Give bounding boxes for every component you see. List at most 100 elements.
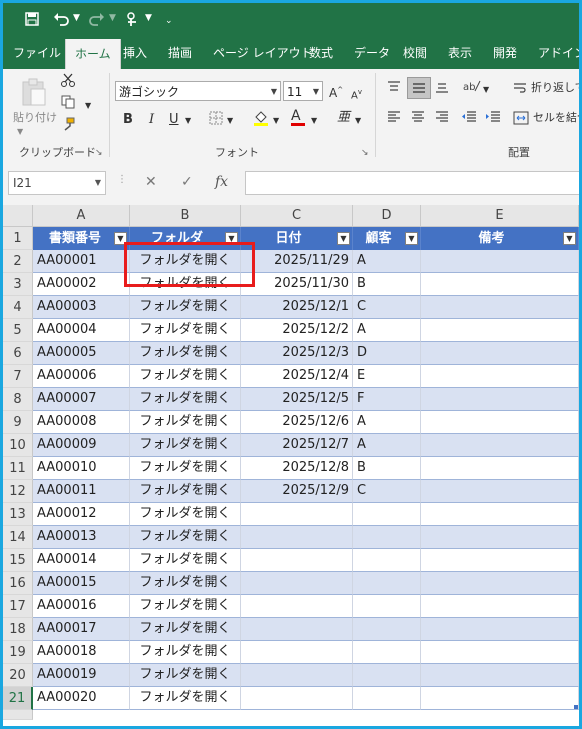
touch-dropdown-icon[interactable]: ▼ xyxy=(145,13,152,23)
wrap-text-button[interactable]: 折り返して xyxy=(531,79,579,97)
table-resize-handle[interactable] xyxy=(574,705,578,709)
date-cell[interactable]: 2025/12/5 xyxy=(241,388,353,411)
name-box[interactable]: I21 ▼ xyxy=(8,171,106,195)
column-header-d[interactable]: D xyxy=(353,205,421,227)
document-id-cell[interactable]: AA00018 xyxy=(33,641,130,664)
customer-cell[interactable]: A xyxy=(353,434,421,457)
select-all-corner[interactable] xyxy=(3,205,33,227)
merge-button[interactable]: セルを結合 xyxy=(533,109,579,127)
copy-icon[interactable] xyxy=(61,95,75,115)
orientation-icon[interactable]: ab xyxy=(463,79,481,99)
increase-indent-icon[interactable] xyxy=(485,111,501,129)
tab-page-layout[interactable]: ページ レイアウト xyxy=(213,45,313,61)
notes-cell[interactable] xyxy=(421,365,579,388)
customer-cell[interactable] xyxy=(353,526,421,549)
row-header[interactable]: 15 xyxy=(3,549,33,572)
font-color-icon[interactable]: A xyxy=(291,107,305,126)
increase-font-icon[interactable]: A^ xyxy=(329,81,343,102)
customer-cell[interactable]: A xyxy=(353,319,421,342)
date-cell[interactable] xyxy=(241,664,353,687)
table-header-cell[interactable]: 日付 ▼ xyxy=(241,227,353,250)
row-header[interactable]: 6 xyxy=(3,342,33,365)
date-cell[interactable]: 2025/11/30 xyxy=(241,273,353,296)
align-center-icon[interactable] xyxy=(411,111,425,129)
date-cell[interactable] xyxy=(241,641,353,664)
tab-home[interactable]: ホーム xyxy=(65,39,121,69)
filter-dropdown-icon[interactable]: ▼ xyxy=(405,232,418,245)
row-header[interactable]: 5 xyxy=(3,319,33,342)
open-folder-link[interactable]: フォルダを開く xyxy=(130,296,241,319)
formula-input[interactable] xyxy=(245,171,579,195)
column-header-e[interactable]: E xyxy=(421,205,579,227)
date-cell[interactable] xyxy=(241,549,353,572)
row-header[interactable]: 2 xyxy=(3,250,33,273)
date-cell[interactable]: 2025/12/7 xyxy=(241,434,353,457)
tab-data[interactable]: データ xyxy=(354,45,390,61)
date-cell[interactable]: 2025/12/3 xyxy=(241,342,353,365)
date-cell[interactable]: 2025/12/6 xyxy=(241,411,353,434)
column-header-c[interactable]: C xyxy=(241,205,353,227)
notes-cell[interactable] xyxy=(421,572,579,595)
bold-button[interactable]: B xyxy=(123,111,133,129)
open-folder-link[interactable]: フォルダを開く xyxy=(130,549,241,572)
row-header[interactable]: 11 xyxy=(3,457,33,480)
open-folder-link[interactable]: フォルダを開く xyxy=(130,411,241,434)
notes-cell[interactable] xyxy=(421,273,579,296)
document-id-cell[interactable]: AA00011 xyxy=(33,480,130,503)
font-color-dropdown-icon[interactable]: ▼ xyxy=(311,112,317,130)
document-id-cell[interactable]: AA00007 xyxy=(33,388,130,411)
cut-icon[interactable] xyxy=(61,73,75,93)
tab-view[interactable]: 表示 xyxy=(448,45,472,61)
tab-file[interactable]: ファイル xyxy=(13,45,61,61)
row-header[interactable]: 1 xyxy=(3,227,33,250)
italic-button[interactable]: I xyxy=(149,111,154,129)
notes-cell[interactable] xyxy=(421,549,579,572)
row-header[interactable]: 3 xyxy=(3,273,33,296)
customer-cell[interactable]: A xyxy=(353,250,421,273)
open-folder-link[interactable]: フォルダを開く xyxy=(130,641,241,664)
row-header[interactable]: 18 xyxy=(3,618,33,641)
date-cell[interactable] xyxy=(241,526,353,549)
document-id-cell[interactable]: AA00006 xyxy=(33,365,130,388)
row-header[interactable]: 12 xyxy=(3,480,33,503)
row-header[interactable]: 9 xyxy=(3,411,33,434)
open-folder-link[interactable]: フォルダを開く xyxy=(130,595,241,618)
document-id-cell[interactable]: AA00013 xyxy=(33,526,130,549)
customer-cell[interactable]: F xyxy=(353,388,421,411)
date-cell[interactable]: 2025/12/1 xyxy=(241,296,353,319)
row-header[interactable]: 14 xyxy=(3,526,33,549)
font-launcher-icon[interactable]: ↘ xyxy=(361,144,369,162)
font-name-select[interactable]: 游ゴシック ▼ xyxy=(115,81,281,101)
date-cell[interactable]: 2025/12/9 xyxy=(241,480,353,503)
customer-cell[interactable] xyxy=(353,595,421,618)
document-id-cell[interactable]: AA00001 xyxy=(33,250,130,273)
row-header[interactable]: 19 xyxy=(3,641,33,664)
date-cell[interactable]: 2025/12/4 xyxy=(241,365,353,388)
tab-addins[interactable]: アドイン xyxy=(538,45,579,61)
row-header[interactable] xyxy=(3,710,33,720)
notes-cell[interactable] xyxy=(421,434,579,457)
document-id-cell[interactable]: AA00002 xyxy=(33,273,130,296)
fill-color-dropdown-icon[interactable]: ▼ xyxy=(273,112,279,130)
row-header[interactable]: 8 xyxy=(3,388,33,411)
orientation-dropdown-icon[interactable]: ▼ xyxy=(483,81,489,99)
date-cell[interactable] xyxy=(241,503,353,526)
document-id-cell[interactable]: AA00005 xyxy=(33,342,130,365)
open-folder-link[interactable]: フォルダを開く xyxy=(130,687,241,710)
customer-cell[interactable]: A xyxy=(353,411,421,434)
row-header[interactable]: 17 xyxy=(3,595,33,618)
customer-cell[interactable]: C xyxy=(353,296,421,319)
table-header-cell[interactable]: 備考 ▼ xyxy=(421,227,579,250)
document-id-cell[interactable]: AA00019 xyxy=(33,664,130,687)
notes-cell[interactable] xyxy=(421,526,579,549)
notes-cell[interactable] xyxy=(421,319,579,342)
paste-dropdown-icon[interactable]: ▼ xyxy=(17,123,23,141)
notes-cell[interactable] xyxy=(421,664,579,687)
tab-review[interactable]: 校閲 xyxy=(403,45,427,61)
date-cell[interactable]: 2025/12/2 xyxy=(241,319,353,342)
notes-cell[interactable] xyxy=(421,503,579,526)
phonetic-dropdown-icon[interactable]: ▼ xyxy=(355,112,361,130)
customize-icon[interactable]: ⌄ xyxy=(165,16,173,26)
customer-cell[interactable]: D xyxy=(353,342,421,365)
filter-dropdown-icon[interactable]: ▼ xyxy=(563,232,576,245)
